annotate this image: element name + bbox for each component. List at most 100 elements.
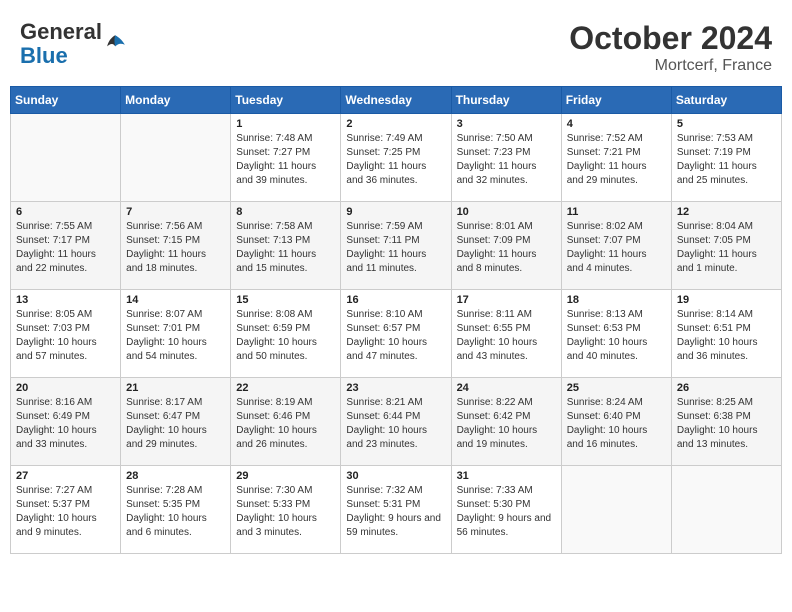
calendar-cell: 28Sunrise: 7:28 AM Sunset: 5:35 PM Dayli… [121,466,231,554]
day-number: 24 [457,382,556,394]
calendar-cell: 27 Sunrise: 7:27 AM Sunset: 5:37 PM Dayli… [11,466,121,554]
days-of-week-row: SundayMondayTuesdayWednesdayThursdayFrid… [11,87,782,114]
calendar-cell: 1 Sunrise: 7:48 AM Sunset: 7:27 PM Daylig… [231,114,341,202]
day-number: 3 [457,118,556,130]
calendar-cell: 4 Sunrise: 7:52 AM Sunset: 7:21 PM Daylig… [561,114,671,202]
day-of-week-header: Sunday [11,87,121,114]
day-number: 11 [567,206,666,218]
logo-blue-text: Blue [20,43,68,68]
calendar-week-row: 1 Sunrise: 7:48 AM Sunset: 7:27 PM Daylig… [11,114,782,202]
calendar-cell: 3 Sunrise: 7:50 AM Sunset: 7:23 PM Daylig… [451,114,561,202]
day-detail: Sunrise: 7:53 AM Sunset: 7:19 PM Dayligh… [677,132,776,188]
day-of-week-header: Friday [561,87,671,114]
day-number: 2 [346,118,445,130]
day-detail: Sunrise: 8:21 AM Sunset: 6:44 PM Dayligh… [346,396,445,452]
calendar-cell [121,114,231,202]
logo-general-text: General [20,19,102,44]
day-number: 27 [16,470,115,482]
day-number: 26 [677,382,776,394]
day-detail: Sunrise: 7:58 AM Sunset: 7:13 PM Dayligh… [236,220,335,276]
day-of-week-header: Wednesday [341,87,451,114]
calendar-cell: 16 Sunrise: 8:10 AM Sunset: 6:57 PM Dayli… [341,290,451,378]
day-detail: Sunrise: 8:13 AM Sunset: 6:53 PM Dayligh… [567,308,666,364]
calendar-cell: 17 Sunrise: 8:11 AM Sunset: 6:55 PM Dayli… [451,290,561,378]
day-number: 15 [236,294,335,306]
day-of-week-header: Tuesday [231,87,341,114]
calendar-week-row: 6 Sunrise: 7:55 AM Sunset: 7:17 PM Daylig… [11,202,782,290]
day-number: 20 [16,382,115,394]
day-detail: Sunrise: 7:55 AM Sunset: 7:17 PM Dayligh… [16,220,115,276]
day-detail: Sunrise: 8:24 AM Sunset: 6:40 PM Dayligh… [567,396,666,452]
day-number: 16 [346,294,445,306]
day-of-week-header: Saturday [671,87,781,114]
day-number: 7 [126,206,225,218]
day-number: 12 [677,206,776,218]
day-detail: Sunrise: 8:11 AM Sunset: 6:55 PM Dayligh… [457,308,556,364]
calendar-table: SundayMondayTuesdayWednesdayThursdayFrid… [10,86,782,554]
calendar-cell: 19 Sunrise: 8:14 AM Sunset: 6:51 PM Dayli… [671,290,781,378]
day-detail: Sunrise: 7:59 AM Sunset: 7:11 PM Dayligh… [346,220,445,276]
calendar-cell: 6 Sunrise: 7:55 AM Sunset: 7:17 PM Daylig… [11,202,121,290]
day-number: 23 [346,382,445,394]
logo: General Blue [20,20,128,68]
logo-icon [104,32,128,56]
calendar-cell: 15 Sunrise: 8:08 AM Sunset: 6:59 PM Dayli… [231,290,341,378]
calendar-cell: 8 Sunrise: 7:58 AM Sunset: 7:13 PM Daylig… [231,202,341,290]
day-detail: Sunrise: 8:05 AM Sunset: 7:03 PM Dayligh… [16,308,115,364]
calendar-week-row: 13 Sunrise: 8:05 AM Sunset: 7:03 PM Dayli… [11,290,782,378]
day-detail: Sunrise: 7:33 AM Sunset: 5:30 PM Dayligh… [457,484,556,540]
day-detail: Sunrise: 8:14 AM Sunset: 6:51 PM Dayligh… [677,308,776,364]
day-number: 22 [236,382,335,394]
day-number: 30 [346,470,445,482]
calendar-cell: 9Sunrise: 7:59 AM Sunset: 7:11 PM Daylig… [341,202,451,290]
calendar-cell: 20 Sunrise: 8:16 AM Sunset: 6:49 PM Dayli… [11,378,121,466]
calendar-cell: 11 Sunrise: 8:02 AM Sunset: 7:07 PM Dayli… [561,202,671,290]
day-detail: Sunrise: 8:08 AM Sunset: 6:59 PM Dayligh… [236,308,335,364]
day-detail: Sunrise: 7:48 AM Sunset: 7:27 PM Dayligh… [236,132,335,188]
calendar-cell: 12Sunrise: 8:04 AM Sunset: 7:05 PM Dayli… [671,202,781,290]
calendar-cell: 14 Sunrise: 8:07 AM Sunset: 7:01 PM Dayli… [121,290,231,378]
day-number: 17 [457,294,556,306]
calendar-cell: 2 Sunrise: 7:49 AM Sunset: 7:25 PM Daylig… [341,114,451,202]
day-number: 28 [126,470,225,482]
day-of-week-header: Monday [121,87,231,114]
calendar-cell: 7 Sunrise: 7:56 AM Sunset: 7:15 PM Daylig… [121,202,231,290]
day-number: 14 [126,294,225,306]
calendar-cell: 30Sunrise: 7:32 AM Sunset: 5:31 PM Dayli… [341,466,451,554]
day-number: 1 [236,118,335,130]
day-number: 25 [567,382,666,394]
day-detail: Sunrise: 7:27 AM Sunset: 5:37 PM Dayligh… [16,484,115,540]
calendar-cell: 18Sunrise: 8:13 AM Sunset: 6:53 PM Dayli… [561,290,671,378]
day-number: 19 [677,294,776,306]
day-detail: Sunrise: 8:01 AM Sunset: 7:09 PM Dayligh… [457,220,556,276]
day-detail: Sunrise: 8:02 AM Sunset: 7:07 PM Dayligh… [567,220,666,276]
day-detail: Sunrise: 7:52 AM Sunset: 7:21 PM Dayligh… [567,132,666,188]
calendar-cell: 23 Sunrise: 8:21 AM Sunset: 6:44 PM Dayli… [341,378,451,466]
day-detail: Sunrise: 8:07 AM Sunset: 7:01 PM Dayligh… [126,308,225,364]
day-number: 21 [126,382,225,394]
title-block: October 2024 Mortcerf, France [569,20,772,75]
day-detail: Sunrise: 8:10 AM Sunset: 6:57 PM Dayligh… [346,308,445,364]
calendar-cell: 29Sunrise: 7:30 AM Sunset: 5:33 PM Dayli… [231,466,341,554]
calendar-cell: 25 Sunrise: 8:24 AM Sunset: 6:40 PM Dayli… [561,378,671,466]
day-number: 6 [16,206,115,218]
day-number: 13 [16,294,115,306]
calendar-cell [671,466,781,554]
day-detail: Sunrise: 7:56 AM Sunset: 7:15 PM Dayligh… [126,220,225,276]
day-detail: Sunrise: 7:49 AM Sunset: 7:25 PM Dayligh… [346,132,445,188]
day-number: 8 [236,206,335,218]
day-number: 10 [457,206,556,218]
day-detail: Sunrise: 7:50 AM Sunset: 7:23 PM Dayligh… [457,132,556,188]
day-detail: Sunrise: 8:16 AM Sunset: 6:49 PM Dayligh… [16,396,115,452]
calendar-body: 1 Sunrise: 7:48 AM Sunset: 7:27 PM Daylig… [11,114,782,554]
day-detail: Sunrise: 8:25 AM Sunset: 6:38 PM Dayligh… [677,396,776,452]
day-number: 5 [677,118,776,130]
day-number: 29 [236,470,335,482]
location-title: Mortcerf, France [569,57,772,75]
day-detail: Sunrise: 8:19 AM Sunset: 6:46 PM Dayligh… [236,396,335,452]
calendar-week-row: 20 Sunrise: 8:16 AM Sunset: 6:49 PM Dayli… [11,378,782,466]
day-detail: Sunrise: 8:17 AM Sunset: 6:47 PM Dayligh… [126,396,225,452]
month-title: October 2024 [569,20,772,57]
day-of-week-header: Thursday [451,87,561,114]
day-number: 4 [567,118,666,130]
